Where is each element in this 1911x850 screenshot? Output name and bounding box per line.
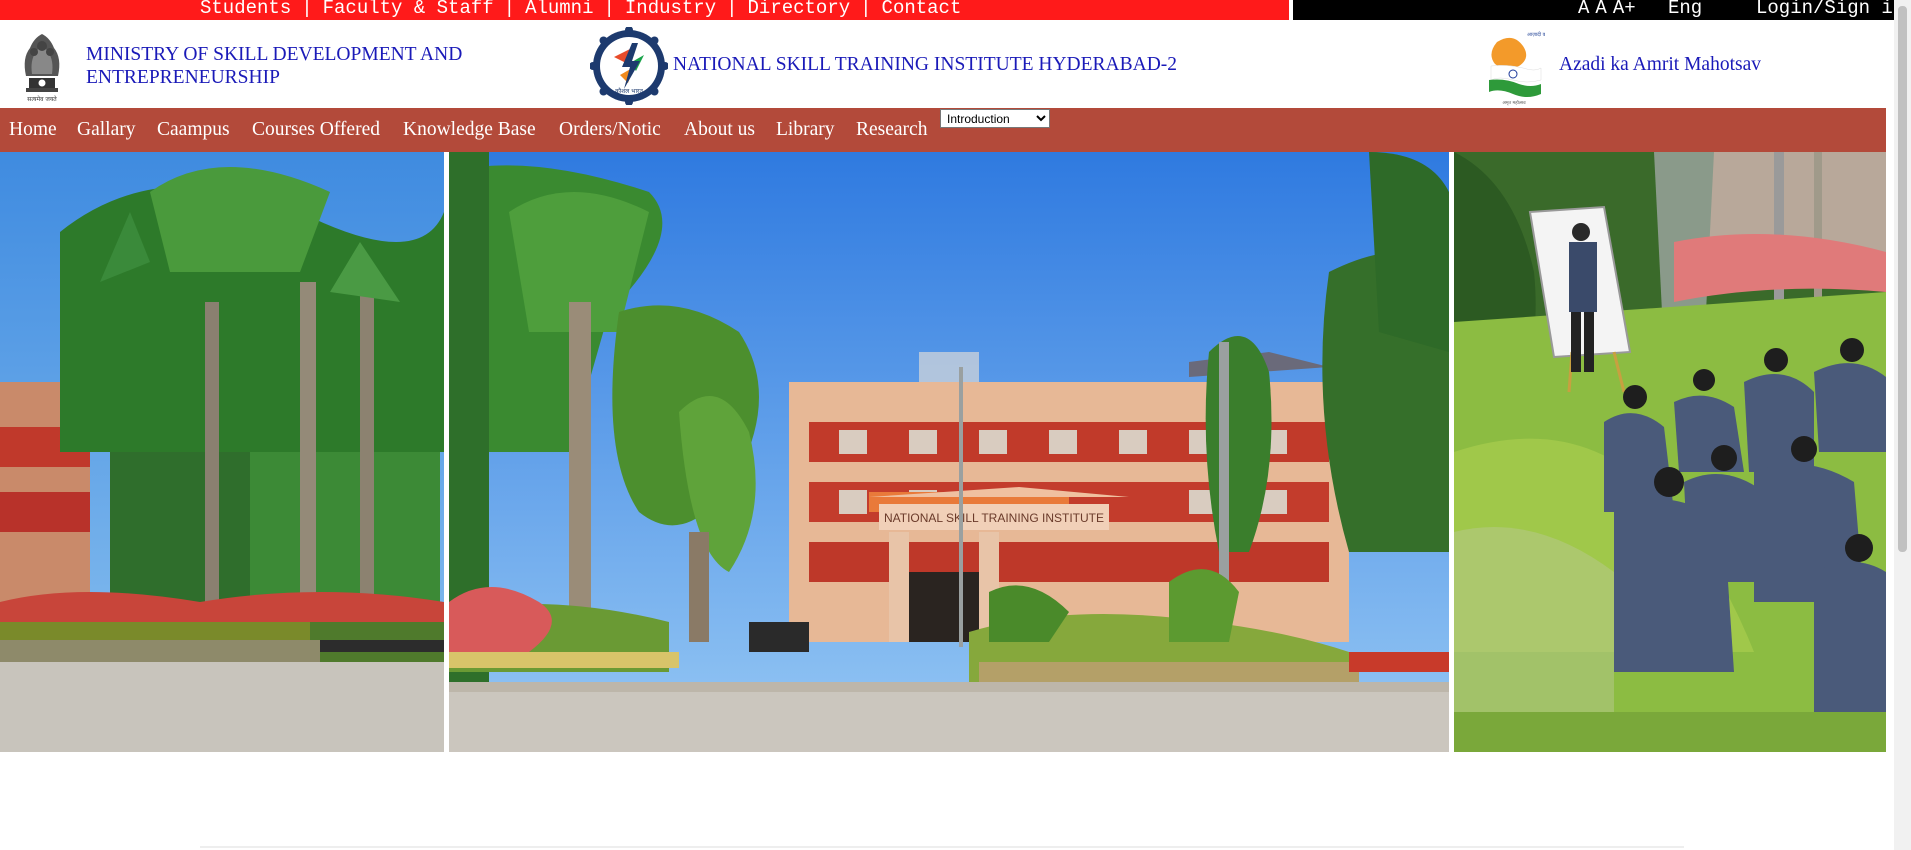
slide-campus-main-image: NATIONAL SKILL TRAINING INSTITUTE (449, 152, 1449, 752)
scrollbar-thumb[interactable] (1898, 6, 1907, 552)
nav-caampus[interactable]: Caampus (157, 119, 230, 141)
separator: | (603, 0, 615, 19)
link-students[interactable]: Students (200, 0, 291, 19)
svg-text:कौशल भारत: कौशल भारत (615, 87, 643, 95)
svg-text:अमृत महोत्सव: अमृत महोत्सव (1502, 99, 1526, 106)
font-size-normal-button[interactable]: A (1595, 0, 1606, 19)
nav-gallary[interactable]: Gallary (77, 119, 135, 141)
accessibility-bar: A A A+ Eng Login/Sign in (1293, 0, 1911, 20)
national-emblem-icon: सत्यमेव जयते (24, 34, 60, 103)
nav-about-us[interactable]: About us (684, 119, 755, 141)
ministry-title-line1: MINISTRY OF SKILL DEVELOPMENT AND (86, 44, 463, 65)
slide-campus-left-image (0, 152, 444, 752)
separator: | (726, 0, 738, 19)
separator: | (860, 0, 872, 19)
main-navigation: Home Gallary Caampus Courses Offered Kno… (0, 108, 1886, 152)
nav-orders-notic[interactable]: Orders/Notic (559, 119, 661, 141)
nav-home[interactable]: Home (9, 119, 57, 141)
hero-slider[interactable]: NATIONAL SKILL TRAINING INSTITUTE (0, 152, 1886, 752)
building-sign-text: NATIONAL SKILL TRAINING INSTITUTE (884, 511, 1104, 525)
separator: | (301, 0, 313, 19)
font-size-controls: A A A+ (1578, 0, 1642, 18)
link-alumni[interactable]: Alumni (525, 0, 593, 19)
nav-courses-offered[interactable]: Courses Offered (252, 119, 380, 141)
azadi-text[interactable]: Azadi ka Amrit Mahotsav (1559, 54, 1761, 76)
slide-students-class-image (1454, 152, 1886, 752)
language-selector[interactable]: Eng (1668, 0, 1702, 18)
top-utility-bar: Students | Faculty & Staff | Alumni | Industry… (0, 0, 1911, 20)
link-contact[interactable]: Contact (882, 0, 962, 19)
login-link[interactable]: Login/Sign in (1756, 0, 1904, 18)
quick-links-bar: Students | Faculty & Staff | Alumni | Industry… (0, 0, 1289, 20)
ministry-title: MINISTRY OF SKILL DEVELOPMENT AND ENTREP… (86, 43, 506, 89)
separator: | (503, 0, 516, 19)
institute-title[interactable]: NATIONAL SKILL TRAINING INSTITUTE HYDERA… (673, 54, 1177, 76)
content-divider (200, 846, 1684, 848)
link-faculty-staff[interactable]: Faculty & Staff (323, 0, 494, 19)
link-directory[interactable]: Directory (748, 0, 851, 19)
nav-library[interactable]: Library (776, 119, 834, 141)
link-industry[interactable]: Industry (625, 0, 716, 19)
azadi-ka-amrit-mahotsav-logo-icon: आज़ादी का अमृत महोत्सव (1483, 28, 1545, 106)
nsti-logo-icon[interactable]: कौशल भारत (590, 27, 668, 105)
font-size-large-button[interactable]: A+ (1613, 0, 1636, 19)
page-scrollbar[interactable] (1894, 0, 1911, 850)
nav-research[interactable]: Research (856, 119, 927, 141)
nav-knowledge-base[interactable]: Knowledge Base (403, 119, 536, 141)
emblem-caption: सत्यमेव जयते (27, 95, 57, 103)
svg-text:आज़ादी का: आज़ादी का (1527, 31, 1545, 38)
quick-links: Students | Faculty & Staff | Alumni | Industry… (200, 0, 961, 18)
site-header: सत्यमेव जयते MINISTRY OF SKILL DEVELOPME… (0, 20, 1911, 108)
ministry-title-line2: ENTREPRENEURSHIP (86, 67, 280, 88)
introduction-select[interactable]: Introduction (940, 109, 1050, 128)
font-size-small-button[interactable]: A (1578, 0, 1589, 19)
